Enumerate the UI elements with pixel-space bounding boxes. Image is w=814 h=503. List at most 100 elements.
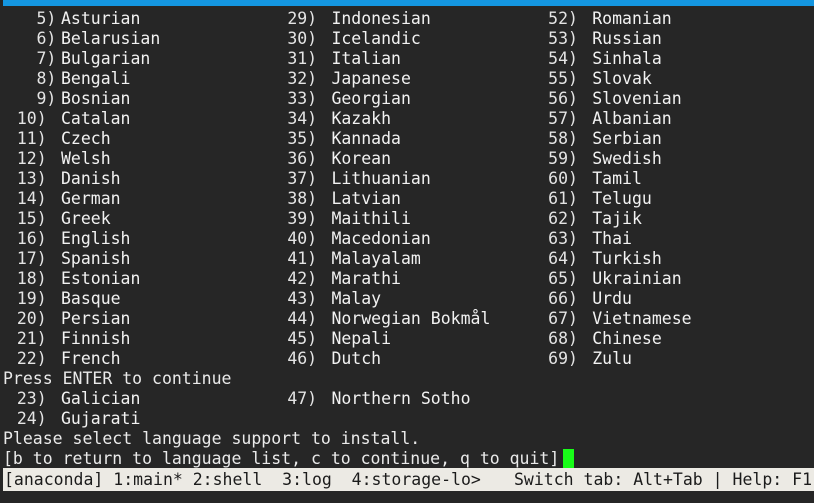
list-item-label-30[interactable]: Icelandic bbox=[331, 29, 420, 49]
list-item-label-14[interactable]: German bbox=[61, 189, 121, 209]
list-item-number-17: 17) bbox=[16, 249, 47, 268]
list-item-label-67[interactable]: Vietnamese bbox=[592, 309, 691, 329]
list-item-label-39[interactable]: Maithili bbox=[331, 209, 410, 229]
list-item-number-33: 33) bbox=[287, 89, 318, 108]
list-item-number-44: 44) bbox=[287, 309, 318, 328]
list-item-label-9[interactable]: Bosnian bbox=[61, 89, 131, 109]
list-item-label-69[interactable]: Zulu bbox=[592, 349, 632, 369]
list-item-label-13[interactable]: Danish bbox=[61, 169, 121, 189]
list-item-number-58: 58) bbox=[548, 129, 578, 148]
list-item-label-36[interactable]: Korean bbox=[331, 149, 391, 169]
list-item-number-46: 46) bbox=[287, 349, 318, 368]
list-item-label-37[interactable]: Lithuanian bbox=[331, 169, 430, 189]
list-item-label-32[interactable]: Japanese bbox=[331, 69, 410, 89]
list-item-number-18: 18) bbox=[16, 269, 47, 288]
list-item-label-56[interactable]: Slovenian bbox=[592, 89, 681, 109]
list-item-label-29[interactable]: Indonesian bbox=[331, 9, 430, 29]
list-item-label-62[interactable]: Tajik bbox=[592, 209, 642, 229]
list-item-number-45: 45) bbox=[287, 329, 318, 348]
list-item-number-35: 35) bbox=[287, 129, 318, 148]
list-item-label-34[interactable]: Kazakh bbox=[331, 109, 391, 129]
list-item-label-45[interactable]: Nepali bbox=[331, 329, 391, 349]
list-item-number-37: 37) bbox=[287, 169, 318, 188]
list-item-label-24[interactable]: Gujarati bbox=[61, 409, 140, 429]
list-item-label-6[interactable]: Belarusian bbox=[61, 29, 160, 49]
list-item-number-57: 57) bbox=[548, 109, 578, 128]
status-bar-right: Switch tab: Alt+Tab | Help: F1 bbox=[513, 470, 812, 489]
list-item-number-34: 34) bbox=[287, 109, 318, 128]
list-item-label-53[interactable]: Russian bbox=[592, 29, 662, 49]
list-item-label-12[interactable]: Welsh bbox=[61, 149, 111, 169]
list-item-number-52: 52) bbox=[548, 9, 578, 28]
list-item-label-35[interactable]: Kannada bbox=[331, 129, 401, 149]
list-item-label-43[interactable]: Malay bbox=[331, 289, 381, 309]
list-item-number-30: 30) bbox=[287, 29, 318, 48]
list-item-number-60: 60) bbox=[548, 169, 578, 188]
list-item-number-63: 63) bbox=[548, 229, 578, 248]
list-item-label-11[interactable]: Czech bbox=[61, 129, 111, 149]
list-item-number-43: 43) bbox=[287, 289, 318, 308]
list-item-label-38[interactable]: Latvian bbox=[331, 189, 401, 209]
list-item-number-24: 24) bbox=[16, 409, 47, 428]
list-item-label-57[interactable]: Albanian bbox=[592, 109, 671, 129]
list-item-label-65[interactable]: Ukrainian bbox=[592, 269, 681, 289]
list-item-label-63[interactable]: Thai bbox=[592, 229, 632, 249]
list-item-label-18[interactable]: Estonian bbox=[61, 269, 140, 289]
list-item-number-16: 16) bbox=[16, 229, 47, 248]
terminal-bottom-padding bbox=[0, 491, 814, 503]
list-item-label-68[interactable]: Chinese bbox=[592, 329, 662, 349]
list-item-number-68: 68) bbox=[548, 329, 578, 348]
tmux-status-bar[interactable]: [anaconda] 1:main* 2:shell 3:log 4:stora… bbox=[3, 468, 814, 491]
list-item-label-60[interactable]: Tamil bbox=[592, 169, 642, 189]
list-item-label-7[interactable]: Bulgarian bbox=[61, 49, 150, 69]
list-item-number-39: 39) bbox=[287, 209, 318, 228]
list-item-number-62: 62) bbox=[548, 209, 578, 228]
list-item-label-55[interactable]: Slovak bbox=[592, 69, 652, 89]
list-item-number-40: 40) bbox=[287, 229, 318, 248]
list-item-number-56: 56) bbox=[548, 89, 578, 108]
list-item-label-33[interactable]: Georgian bbox=[331, 89, 410, 109]
list-item-label-31[interactable]: Italian bbox=[331, 49, 401, 69]
list-item-label-52[interactable]: Romanian bbox=[592, 9, 671, 29]
list-item-label-64[interactable]: Turkish bbox=[592, 249, 662, 269]
list-item-number-59: 59) bbox=[548, 149, 578, 168]
list-item-label-42[interactable]: Marathi bbox=[331, 269, 401, 289]
list-item-number-6: 6) bbox=[36, 29, 57, 48]
list-item-number-61: 61) bbox=[548, 189, 578, 208]
list-item-label-61[interactable]: Telugu bbox=[592, 189, 652, 209]
list-item-number-13: 13) bbox=[16, 169, 47, 188]
list-item-label-17[interactable]: Spanish bbox=[61, 249, 131, 269]
status-bar-left[interactable]: [anaconda] 1:main* 2:shell 3:log 4:stora… bbox=[4, 468, 481, 491]
list-item-label-23[interactable]: Galician bbox=[61, 389, 140, 409]
list-item-label-54[interactable]: Sinhala bbox=[592, 49, 662, 69]
list-item-number-20: 20) bbox=[16, 309, 47, 328]
list-item-number-69: 69) bbox=[548, 349, 578, 368]
list-item-label-47[interactable]: Northern Sotho bbox=[331, 389, 470, 409]
list-item-label-5[interactable]: Asturian bbox=[61, 9, 140, 29]
list-item-number-23: 23) bbox=[16, 389, 47, 408]
list-item-label-41[interactable]: Malayalam bbox=[331, 249, 420, 269]
list-item-number-11: 11) bbox=[16, 129, 47, 148]
list-item-label-40[interactable]: Macedonian bbox=[331, 229, 430, 249]
list-item-label-66[interactable]: Urdu bbox=[592, 289, 632, 309]
list-item-number-21: 21) bbox=[16, 329, 47, 348]
list-item-number-8: 8) bbox=[36, 69, 57, 88]
list-item-number-9: 9) bbox=[36, 89, 57, 108]
text-cursor bbox=[563, 449, 575, 468]
list-item-label-22[interactable]: French bbox=[61, 349, 121, 369]
list-item-number-47: 47) bbox=[287, 389, 318, 408]
list-item-label-8[interactable]: Bengali bbox=[61, 69, 131, 89]
list-item-label-16[interactable]: English bbox=[61, 229, 131, 249]
list-item-label-59[interactable]: Swedish bbox=[592, 149, 662, 169]
list-item-label-21[interactable]: Finnish bbox=[61, 329, 131, 349]
list-item-label-20[interactable]: Persian bbox=[61, 309, 131, 329]
terminal-content-area: 5) Asturian 6) Belarusian 7) Bulgarian 8) Benga… bbox=[3, 6, 814, 468]
list-item-label-10[interactable]: Catalan bbox=[61, 109, 131, 129]
list-item-number-29: 29) bbox=[287, 9, 318, 28]
list-item-label-15[interactable]: Greek bbox=[61, 209, 111, 229]
list-item-label-19[interactable]: Basque bbox=[61, 289, 121, 309]
list-item-label-44[interactable]: Norwegian Bokmål bbox=[331, 309, 490, 329]
instruction-text: Please select language support to instal… bbox=[3, 429, 421, 448]
list-item-label-46[interactable]: Dutch bbox=[331, 349, 381, 369]
list-item-label-58[interactable]: Serbian bbox=[592, 129, 662, 149]
